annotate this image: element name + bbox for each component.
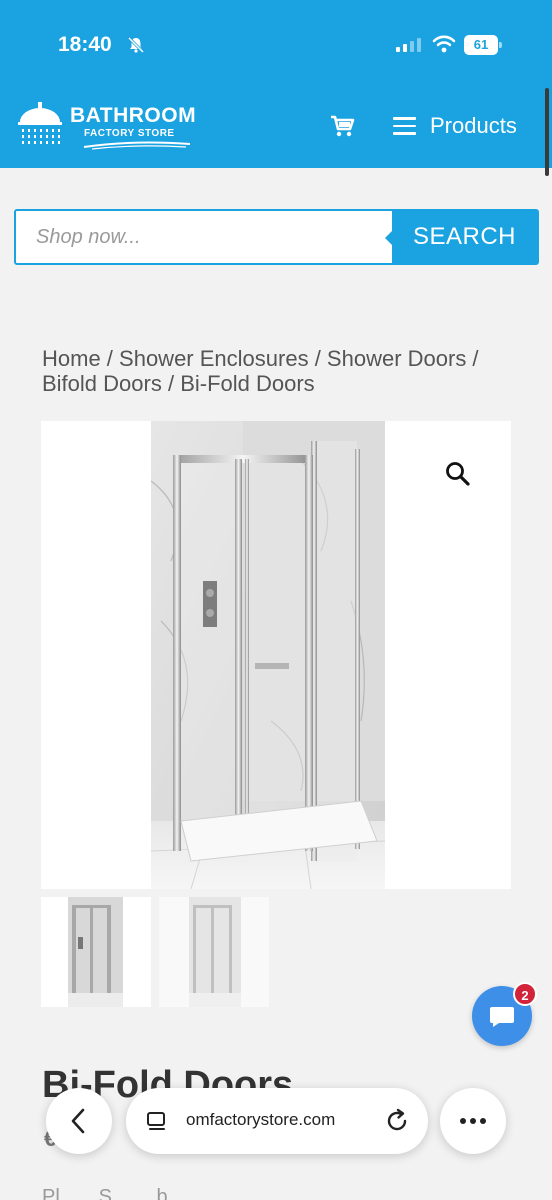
site-logo[interactable]: BATHROOM FACTORY STORE — [14, 100, 197, 152]
product-gallery[interactable] — [41, 421, 511, 889]
url-text: omfactorystore.com — [186, 1110, 336, 1129]
thumbnail-image — [68, 897, 123, 1007]
tabs-icon[interactable] — [146, 1110, 168, 1132]
breadcrumb-home[interactable]: Home — [42, 346, 101, 371]
more-options-button[interactable] — [440, 1088, 506, 1154]
gallery-thumbnail[interactable] — [159, 897, 269, 1007]
site-header: 18:40 61 BATHROOM FACTORY STORE Products — [0, 0, 552, 168]
reload-icon[interactable] — [384, 1108, 410, 1134]
signal-icon — [396, 38, 421, 52]
bell-muted-icon — [127, 36, 145, 54]
page-scrollbar[interactable] — [545, 88, 549, 176]
magnifier-icon[interactable] — [445, 461, 471, 487]
battery-level: 61 — [464, 35, 498, 55]
logo-swoosh — [83, 141, 191, 150]
gallery-thumbnail[interactable] — [41, 897, 151, 1007]
product-image[interactable] — [151, 421, 385, 889]
logo-title: BATHROOM — [70, 104, 197, 127]
search-input[interactable] — [16, 211, 392, 263]
battery-icon: 61 — [464, 35, 502, 55]
address-bar[interactable]: omfactorystore.com — [126, 1088, 428, 1154]
ellipsis-icon — [460, 1118, 486, 1124]
products-menu-button[interactable]: Products — [393, 112, 517, 140]
product-description: Pl... ...S ... ...b... — [42, 1186, 185, 1200]
products-menu-label: Products — [430, 113, 517, 138]
breadcrumb-shower-enclosures[interactable]: Shower Enclosures — [119, 346, 309, 371]
breadcrumb-current: Bi-Fold Doors — [180, 371, 315, 396]
status-time: 18:40 — [58, 33, 112, 56]
back-button[interactable] — [46, 1088, 112, 1154]
hamburger-icon — [393, 117, 416, 135]
shower-head-icon — [18, 102, 62, 144]
chevron-left-icon — [71, 1108, 85, 1134]
thumbnail-image — [189, 897, 241, 1007]
breadcrumb-shower-doors[interactable]: Shower Doors — [327, 346, 466, 371]
cart-icon[interactable] — [329, 114, 355, 138]
wifi-icon — [432, 35, 456, 53]
breadcrumb-bifold-doors[interactable]: Bifold Doors — [42, 371, 162, 396]
breadcrumb: Home / Shower Enclosures / Shower Doors … — [42, 346, 479, 396]
search-button[interactable]: SEARCH — [385, 211, 537, 263]
search-form: SEARCH — [14, 209, 539, 265]
chat-unread-badge: 2 — [513, 982, 537, 1006]
